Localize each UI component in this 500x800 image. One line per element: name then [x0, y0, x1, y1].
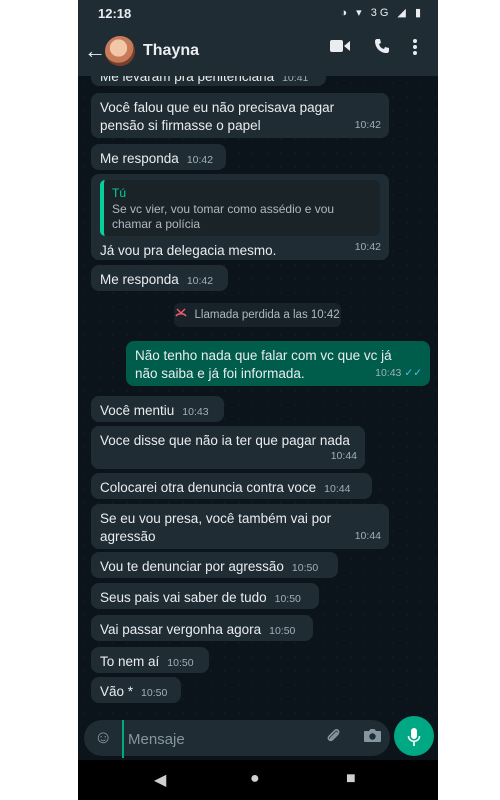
- message-text: Me responda: [100, 151, 179, 166]
- message-text: Me responda: [100, 272, 179, 287]
- missed-call-notice[interactable]: Llamada perdida a las 10:42: [174, 303, 341, 327]
- missed-call-icon: [175, 308, 190, 321]
- message-text: Voce disse que não ia ter que pagar nada: [100, 433, 350, 448]
- chat-header: ← Thayna: [78, 26, 438, 76]
- message-text: Não tenho nada que falar com vc que vc j…: [135, 348, 392, 381]
- chat-area[interactable]: Me levaram pra penitenciária 10:41 Você f…: [78, 76, 438, 716]
- message-text: Colocarei otra denuncia contra voce: [100, 480, 317, 495]
- message-in[interactable]: Você mentiu 10:43: [91, 396, 224, 422]
- message-text: Se eu vou presa, você também vai por agr…: [100, 511, 332, 544]
- message-time: 10:42: [354, 119, 381, 131]
- mic-button[interactable]: [394, 716, 434, 756]
- contact-name[interactable]: Thayna: [143, 42, 199, 60]
- message-in[interactable]: To nem aí 10:50: [91, 647, 209, 673]
- missed-call-text: Llamada perdida a las 10:42: [194, 309, 340, 321]
- avatar[interactable]: [105, 36, 135, 66]
- recents-nav-icon[interactable]: ■: [346, 770, 356, 788]
- message-input[interactable]: [122, 720, 320, 758]
- phone-screen: 12:18 ◑ ▾ 3G ◢ ▮ ← Thayna Me levaram pra…: [78, 0, 438, 800]
- message-text: To nem aí: [100, 654, 160, 669]
- message-in[interactable]: Você falou que eu não precisava pagar pe…: [91, 93, 389, 138]
- message-in[interactable]: Voce disse que não ia ter que pagar nada…: [91, 426, 365, 469]
- home-nav-icon[interactable]: ●: [250, 770, 260, 788]
- message-in[interactable]: Me responda 10:42: [91, 265, 228, 291]
- message-time: 10:43: [182, 406, 209, 418]
- message-time: 10:50: [269, 625, 296, 637]
- message-in[interactable]: Vão * 10:50: [91, 677, 181, 703]
- message-out[interactable]: Não tenho nada que falar com vc que vc j…: [126, 341, 430, 386]
- message-in[interactable]: Vou te denunciar por agressão 10:50: [91, 552, 338, 578]
- camera-icon[interactable]: [363, 727, 382, 748]
- message-in[interactable]: Me responda 10:42: [91, 144, 226, 170]
- message-time: 10:44: [324, 483, 351, 495]
- message-time: 10:50: [291, 562, 319, 574]
- emoji-icon[interactable]: ☺: [94, 727, 112, 748]
- message-in[interactable]: Seus pais vai saber de tudo 10:50: [91, 583, 319, 609]
- message-time: 10:42: [186, 154, 214, 166]
- message-time: 10:42: [354, 241, 381, 253]
- message-time: 10:50: [141, 687, 168, 699]
- system-nav-bar: ◀ ● ■: [78, 760, 438, 800]
- mic-icon: [407, 728, 421, 747]
- back-nav-icon[interactable]: ◀: [154, 770, 166, 790]
- read-receipt-icon: ✓✓: [404, 367, 422, 379]
- message-time: 10:42: [186, 275, 214, 287]
- status-time: 12:18: [98, 6, 132, 21]
- quote-text: Se vc vier, vou tomar como assédio e vou…: [112, 202, 335, 231]
- message-text: Já vou pra delegacia mesmo.: [100, 243, 277, 258]
- more-vert-icon[interactable]: [412, 38, 418, 61]
- status-icons: ◑ ▾ 3G ◢ ▮: [340, 7, 424, 19]
- message-in-reply[interactable]: Tú Se vc vier, vou tomar como assédio e …: [91, 174, 389, 260]
- quote-author: Tú: [112, 186, 127, 200]
- message-in[interactable]: Vai passar vergonha agora 10:50: [91, 615, 313, 641]
- arrow-left-icon[interactable]: ←: [84, 38, 106, 64]
- quoted-message[interactable]: Tú Se vc vier, vou tomar como assédio e …: [100, 180, 380, 236]
- status-bar: 12:18 ◑ ▾ 3G ◢ ▮: [78, 0, 438, 26]
- message-text: Você falou que eu não precisava pagar pe…: [100, 100, 335, 133]
- message-text: Vou te denunciar por agressão: [100, 559, 284, 574]
- message-field[interactable]: ☺: [84, 720, 390, 758]
- message-time: 10:50: [167, 657, 194, 669]
- message-in[interactable]: Colocarei otra denuncia contra voce 10:44: [91, 473, 372, 499]
- input-bar: ☺: [78, 716, 438, 760]
- message-time: 10:44: [354, 530, 381, 542]
- phone-icon[interactable]: [374, 38, 390, 59]
- message-time: 10:41: [282, 76, 309, 84]
- message-time: 10:50: [274, 593, 301, 605]
- message-text: Vão *: [100, 684, 134, 699]
- video-call-icon[interactable]: [330, 38, 350, 59]
- message-time: 10:44: [330, 450, 357, 462]
- message-text: Seus pais vai saber de tudo: [100, 590, 267, 605]
- message-in[interactable]: Se eu vou presa, você também vai por agr…: [91, 504, 389, 549]
- message-text: Você mentiu: [100, 403, 175, 418]
- attach-icon[interactable]: [325, 727, 343, 750]
- message-in[interactable]: Me levaram pra penitenciária 10:41: [91, 76, 326, 86]
- message-text: Vai passar vergonha agora: [100, 622, 262, 637]
- message-text: Me levaram pra penitenciária: [100, 76, 275, 84]
- message-time: 10:43: [375, 367, 402, 379]
